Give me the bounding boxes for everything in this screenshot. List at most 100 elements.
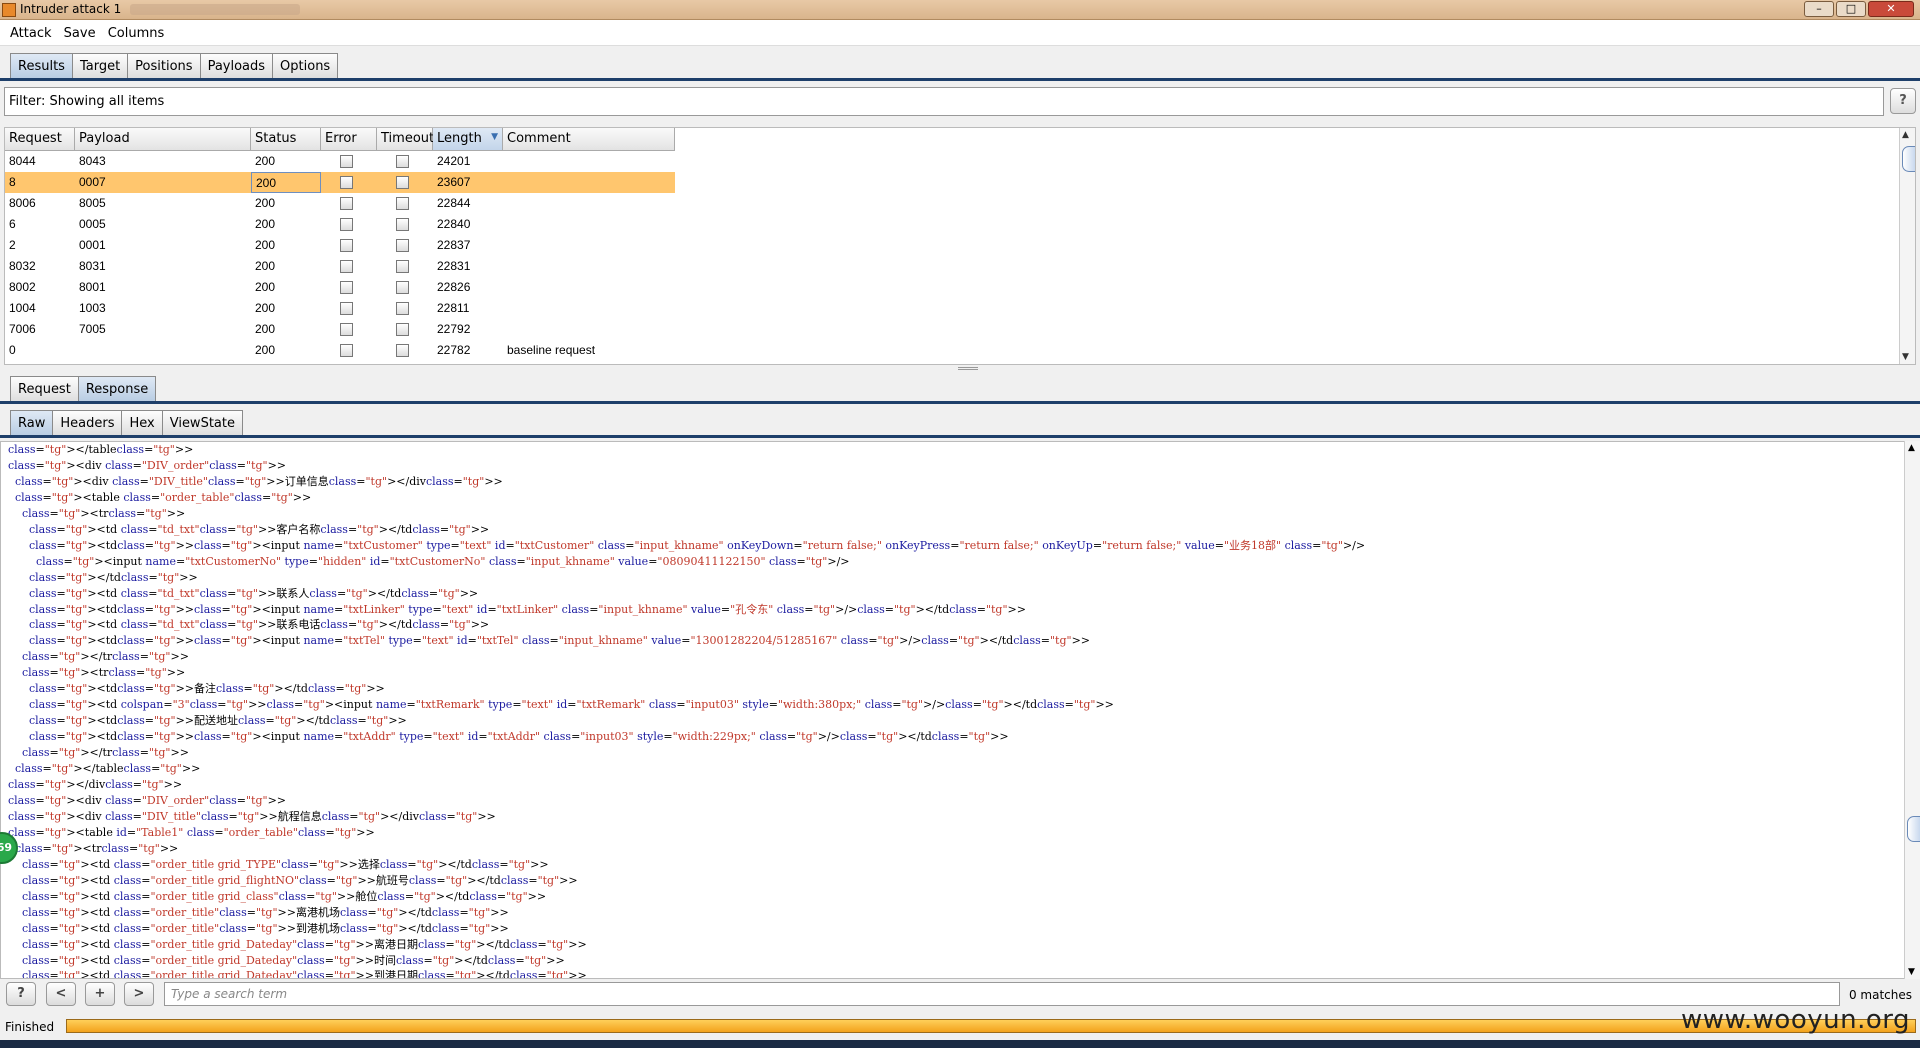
title-bar: Intruder attack 1 – □ ✕ bbox=[0, 0, 1920, 20]
scroll-down-icon[interactable]: ▼ bbox=[1902, 352, 1909, 362]
cell-length: 24201 bbox=[437, 154, 471, 168]
col-payload[interactable]: Payload bbox=[75, 128, 251, 151]
cell-status: 200 bbox=[255, 217, 276, 231]
minimize-button[interactable]: – bbox=[1804, 1, 1834, 17]
col-error[interactable]: Error bbox=[321, 128, 377, 151]
table-row[interactable]: 8 0007 200 23607 bbox=[5, 172, 675, 193]
filter-help-button[interactable]: ? bbox=[1890, 88, 1916, 114]
timeout-checkbox bbox=[396, 281, 409, 294]
table-row[interactable]: 8032 8031 200 22831 bbox=[5, 256, 675, 277]
col-comment[interactable]: Comment bbox=[503, 128, 675, 151]
cell-status: 200 bbox=[255, 343, 276, 357]
tab-response[interactable]: Response bbox=[77, 376, 157, 401]
code-line: class="tg"><input name="txtCustomerNo" t… bbox=[35, 554, 850, 568]
cell-error bbox=[321, 298, 377, 319]
cell-request: 0 bbox=[9, 343, 16, 357]
cell-timeout bbox=[377, 277, 433, 298]
cell-comment bbox=[503, 319, 675, 340]
close-button[interactable]: ✕ bbox=[1868, 1, 1914, 17]
search-add-button[interactable]: + bbox=[85, 982, 115, 1006]
code-line: class="tg"><div class="DIV_order"class="… bbox=[8, 793, 287, 807]
col-timeout[interactable]: Timeout bbox=[377, 128, 434, 151]
cell-error bbox=[321, 235, 377, 256]
code-line: class="tg"></tableclass="tg">> bbox=[15, 762, 201, 776]
cell-payload: 8031 bbox=[79, 259, 106, 273]
cell-length: 23607 bbox=[433, 172, 503, 193]
tab-headers[interactable]: Headers bbox=[52, 410, 123, 435]
cell-comment bbox=[503, 151, 675, 172]
cell-status: 200 bbox=[255, 196, 276, 210]
cell-length: 22831 bbox=[437, 259, 471, 273]
response-scroll-thumb[interactable] bbox=[1907, 816, 1920, 842]
tab-results[interactable]: Results bbox=[10, 53, 73, 78]
cell-error bbox=[321, 340, 377, 361]
search-help-button[interactable]: ? bbox=[6, 982, 36, 1006]
filter-bar[interactable]: Filter: Showing all items bbox=[4, 87, 1884, 116]
code-line: class="tg"><div class="DIV_order"class="… bbox=[8, 458, 287, 472]
code-line: class="tg"><td class="td_txt"class="tg">… bbox=[28, 618, 490, 632]
response-raw-view[interactable]: class="tg"></tableclass="tg">> class="tg… bbox=[0, 441, 1905, 979]
table-row[interactable]: 0 200 22782 baseline request bbox=[5, 340, 675, 361]
cell-timeout bbox=[377, 256, 433, 277]
tab-raw[interactable]: Raw bbox=[10, 410, 54, 435]
search-previous-button[interactable]: < bbox=[46, 982, 76, 1006]
code-scroll-down-icon[interactable]: ▼ bbox=[1908, 967, 1915, 977]
cell-timeout bbox=[377, 193, 433, 214]
tab-request[interactable]: Request bbox=[10, 376, 79, 401]
cell-payload: 8043 bbox=[79, 154, 106, 168]
tab-target[interactable]: Target bbox=[71, 53, 129, 78]
cell-length: 22837 bbox=[437, 238, 471, 252]
scroll-up-icon[interactable]: ▲ bbox=[1902, 130, 1909, 140]
response-scrollbar[interactable]: ▲ ▼ bbox=[1904, 441, 1920, 979]
code-line: class="tg"><table class="order_table"cla… bbox=[15, 490, 312, 504]
code-line: class="tg"><tdclass="tg">>class="tg"><in… bbox=[28, 602, 1026, 616]
sort-desc-icon: ▼ bbox=[491, 132, 498, 142]
timeout-checkbox bbox=[396, 302, 409, 315]
table-scroll-thumb[interactable] bbox=[1902, 146, 1915, 172]
table-row[interactable]: 7006 7005 200 22792 bbox=[5, 319, 675, 340]
tab-viewstate[interactable]: ViewState bbox=[161, 410, 243, 435]
pane-splitter[interactable] bbox=[958, 367, 978, 370]
menu-attack[interactable]: Attack bbox=[0, 20, 52, 41]
menu-columns[interactable]: Columns bbox=[100, 20, 165, 41]
table-row[interactable]: 8044 8043 200 24201 bbox=[5, 151, 675, 172]
search-input[interactable]: Type a search term bbox=[164, 982, 1840, 1006]
col-request[interactable]: Request bbox=[5, 128, 75, 151]
table-row[interactable]: 2 0001 200 22837 bbox=[5, 235, 675, 256]
search-next-button[interactable]: > bbox=[124, 982, 154, 1006]
tab-positions[interactable]: Positions bbox=[127, 53, 201, 78]
cell-status: 200 bbox=[255, 280, 276, 294]
timeout-checkbox bbox=[396, 344, 409, 357]
error-checkbox bbox=[340, 218, 353, 231]
menu-save[interactable]: Save bbox=[56, 20, 96, 41]
timeout-checkbox bbox=[396, 197, 409, 210]
col-length-label: Length bbox=[437, 131, 482, 146]
error-checkbox bbox=[340, 302, 353, 315]
code-scroll-up-icon[interactable]: ▲ bbox=[1908, 443, 1915, 453]
col-length[interactable]: Length ▼ bbox=[433, 128, 503, 151]
table-row[interactable]: 1004 1003 200 22811 bbox=[5, 298, 675, 319]
cell-payload bbox=[75, 340, 251, 361]
cell-status: 200 bbox=[255, 238, 276, 252]
table-scrollbar[interactable]: ▲ ▼ bbox=[1899, 128, 1915, 364]
cell-comment bbox=[503, 298, 675, 319]
tab-hex[interactable]: Hex bbox=[121, 410, 163, 435]
tab-payloads[interactable]: Payloads bbox=[199, 53, 274, 78]
timeout-checkbox bbox=[396, 323, 409, 336]
tab-options[interactable]: Options bbox=[272, 53, 339, 78]
maximize-button[interactable]: □ bbox=[1836, 1, 1866, 17]
cell-request: 8032 bbox=[9, 259, 36, 273]
col-status[interactable]: Status bbox=[251, 128, 321, 151]
burp-app-icon bbox=[2, 3, 16, 17]
table-row[interactable]: 8006 8005 200 22844 bbox=[5, 193, 675, 214]
table-row[interactable]: 6 0005 200 22840 bbox=[5, 214, 675, 235]
code-line: class="tg"><td class="order_title grid_c… bbox=[21, 889, 547, 903]
cell-length: 22782 bbox=[437, 343, 471, 357]
search-bar: ? < + > Type a search term 0 matches bbox=[0, 982, 1920, 1012]
cell-status: 200 bbox=[251, 172, 321, 193]
cell-error bbox=[321, 319, 377, 340]
code-line: class="tg"></tableclass="tg">> bbox=[8, 443, 194, 456]
cell-comment bbox=[503, 277, 675, 298]
table-row[interactable]: 8002 8001 200 22826 bbox=[5, 277, 675, 298]
cell-length: 22811 bbox=[437, 301, 470, 315]
